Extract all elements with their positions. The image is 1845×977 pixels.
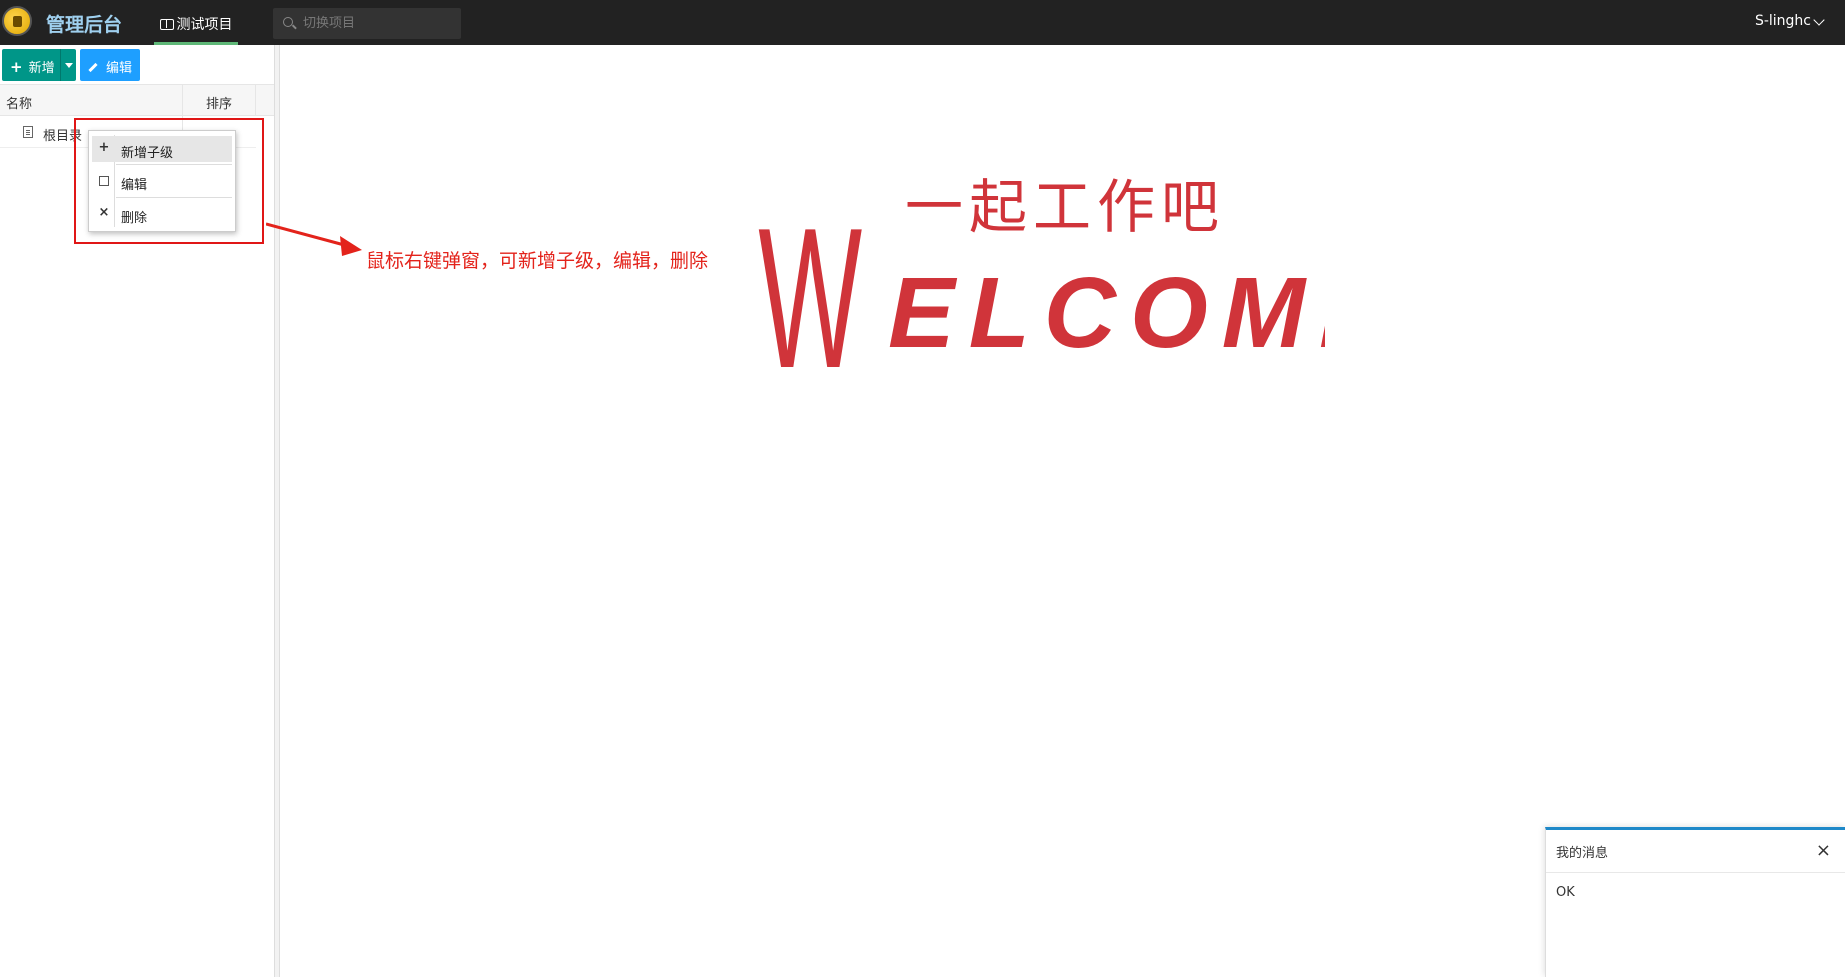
annotation-text: 鼠标右键弹窗，可新增子级，编辑，删除 xyxy=(366,250,709,272)
search-input[interactable] xyxy=(303,8,453,39)
plus-icon: + xyxy=(98,140,110,155)
welcome-graphic: 一起工作吧 W ELCOME xyxy=(758,173,1325,375)
tab-project[interactable]: 测试项目 xyxy=(154,0,238,45)
table-header: 名称 排序 xyxy=(0,84,274,116)
annotation-arrow-icon xyxy=(266,222,362,256)
welcome-handwritten: 一起工作吧 xyxy=(905,173,1225,241)
chevron-down-icon[interactable] xyxy=(1813,14,1825,26)
plus-icon: + xyxy=(10,58,23,76)
context-menu-item-edit[interactable]: 编辑 xyxy=(92,168,232,194)
tab-project-label: 测试项目 xyxy=(176,17,233,33)
context-menu-item-delete[interactable]: × 删除 xyxy=(92,201,232,227)
book-icon xyxy=(159,19,174,30)
message-panel-title: 我的消息 xyxy=(1556,846,1609,861)
logo-icon xyxy=(2,6,32,36)
column-header-name[interactable]: 名称 xyxy=(6,93,32,112)
context-menu-item-add-child[interactable]: + 新增子级 xyxy=(92,136,232,162)
message-body: OK xyxy=(1556,885,1575,900)
welcome-initial: W xyxy=(758,187,862,375)
document-icon xyxy=(23,126,33,138)
add-button-label: 新增 xyxy=(28,61,55,76)
welcome-title: ELCOME xyxy=(888,257,1325,369)
brand-title: 管理后台 xyxy=(46,14,123,36)
context-menu-label: 新增子级 xyxy=(121,146,174,161)
pencil-icon xyxy=(88,62,98,73)
column-header-sort[interactable]: 排序 xyxy=(182,85,256,115)
context-menu: + 新增子级 编辑 × 删除 xyxy=(88,130,236,232)
message-panel-header: 我的消息 × xyxy=(1546,830,1845,873)
context-menu-label: 编辑 xyxy=(121,178,148,193)
project-search[interactable] xyxy=(273,8,461,39)
message-panel: 我的消息 × OK xyxy=(1545,827,1845,977)
top-navbar: 管理后台 测试项目 S-linghc xyxy=(0,0,1845,45)
search-icon xyxy=(283,17,293,27)
close-icon[interactable]: × xyxy=(1816,840,1831,861)
add-button[interactable]: + 新增 xyxy=(2,49,76,81)
edit-icon xyxy=(99,176,109,186)
caret-down-icon[interactable] xyxy=(60,49,76,81)
context-menu-label: 删除 xyxy=(121,211,148,226)
user-menu[interactable]: S-linghc xyxy=(1755,13,1811,29)
edit-button-label: 编辑 xyxy=(106,61,133,76)
panel-splitter[interactable] xyxy=(274,45,280,977)
edit-button[interactable]: 编辑 xyxy=(80,49,140,81)
close-icon: × xyxy=(98,205,110,220)
